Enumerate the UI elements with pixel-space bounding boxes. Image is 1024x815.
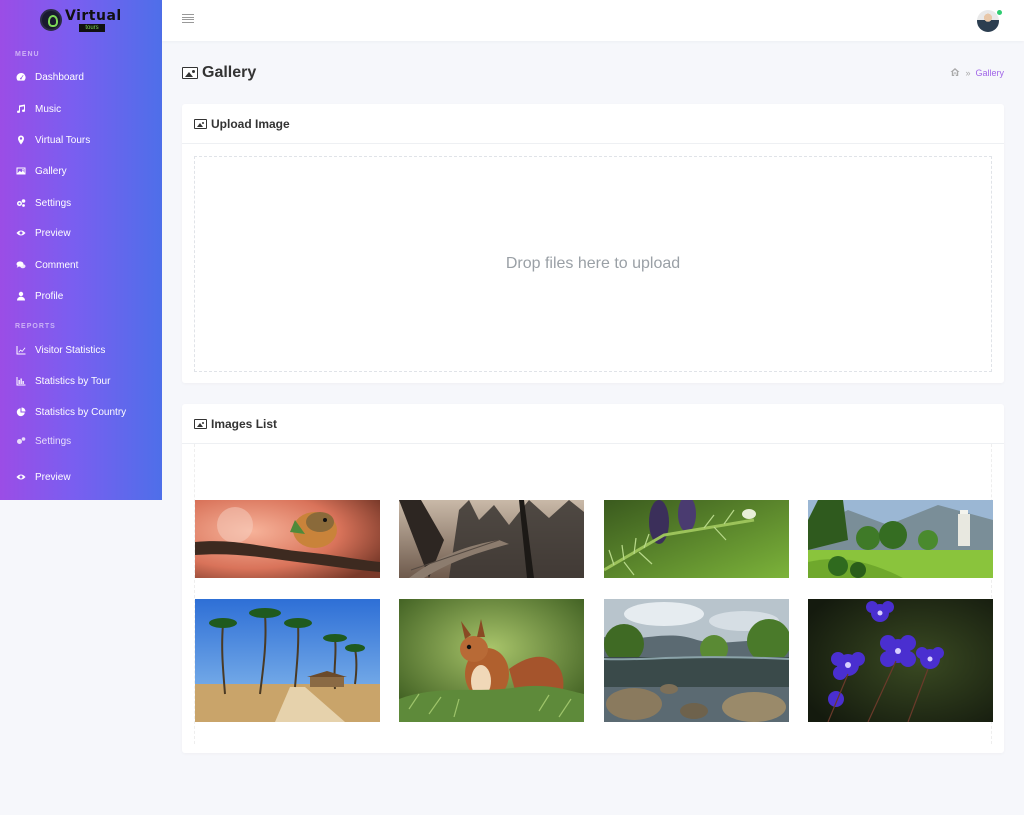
line-chart-icon: [15, 344, 27, 356]
sidebar-item-label: Settings: [35, 436, 72, 447]
eye-icon: [15, 471, 27, 483]
image-icon: [194, 418, 207, 429]
home-icon[interactable]: [950, 67, 960, 79]
images-list-title: Images List: [211, 416, 278, 431]
user-icon: [15, 290, 27, 302]
sidebar-item-label: Statistics by Tour: [35, 375, 111, 387]
menu-toggle-icon[interactable]: [182, 14, 194, 23]
brand-title: Virtual: [65, 7, 122, 24]
sidebar-item-statistics-by-country[interactable]: Statistics by Country: [0, 401, 162, 423]
image-icon: [182, 67, 198, 79]
eye-icon: [15, 227, 27, 239]
sidebar-item-label: Profile: [35, 290, 64, 302]
images-grid: [194, 444, 993, 744]
dashboard-icon: [15, 71, 27, 83]
sidebar-item-dashboard[interactable]: Dashboard: [0, 66, 162, 88]
avatar[interactable]: [977, 10, 999, 32]
upload-card: Upload Image Drop files here to upload: [182, 104, 1004, 383]
breadcrumb-separator-icon: »: [965, 68, 971, 78]
sidebar-item-label: Virtual Tours: [35, 134, 91, 146]
brand-subtitle: tours: [79, 23, 105, 32]
pond-landscape-image[interactable]: [604, 599, 789, 722]
menu-heading: MENU: [15, 51, 40, 58]
dropzone[interactable]: Drop files here to upload: [194, 156, 992, 372]
sidebar: Virtual tours MENU Dashboard Music Virtu…: [0, 0, 162, 500]
bar-chart-icon: [15, 375, 27, 387]
pie-chart-icon: [15, 406, 27, 418]
online-status-dot: [997, 10, 1002, 15]
sidebar-item-label: Music: [35, 103, 62, 115]
page-title: Gallery: [182, 64, 256, 82]
sidebar-item-gallery[interactable]: Gallery: [0, 160, 162, 182]
pine-cones-image[interactable]: [604, 500, 789, 578]
brand-logo[interactable]: Virtual tours: [40, 8, 122, 32]
sidebar-item-label: Settings: [35, 197, 72, 209]
palm-beach-image[interactable]: [195, 599, 380, 722]
gears-icon: [15, 435, 27, 447]
gears-icon: [15, 197, 27, 209]
images-list-card-header: Images List: [182, 404, 1004, 444]
topbar: [162, 0, 1024, 41]
sidebar-item-preview[interactable]: Preview: [0, 222, 162, 244]
comments-icon: [15, 259, 27, 271]
blue-flowers-image[interactable]: [808, 599, 993, 722]
map-marker-icon: [15, 134, 27, 146]
music-icon: [15, 103, 27, 115]
sidebar-item-virtual-tours[interactable]: Virtual Tours: [0, 129, 162, 151]
reports-heading: REPORTS: [15, 323, 56, 330]
upload-card-title: Upload Image: [211, 116, 290, 131]
sidebar-item-label: Gallery: [35, 165, 67, 177]
bird-on-branch-image[interactable]: [195, 500, 380, 578]
sidebar-item-statistics-by-tour[interactable]: Statistics by Tour: [0, 370, 162, 392]
logo-icon: [40, 9, 62, 31]
image-icon: [15, 165, 27, 177]
sidebar-item-label: Preview: [35, 227, 71, 239]
breadcrumb: » Gallery: [950, 67, 1004, 79]
breadcrumb-current[interactable]: Gallery: [975, 68, 1004, 78]
red-squirrel-image[interactable]: [399, 599, 584, 722]
sidebar-item-label: Comment: [35, 259, 79, 271]
images-list-card: Images List: [182, 404, 1004, 753]
sidebar-item-profile[interactable]: Profile: [0, 285, 162, 307]
sidebar-item-preview-2[interactable]: Preview: [0, 466, 162, 488]
park-garden-image[interactable]: [808, 500, 993, 578]
sidebar-item-comment[interactable]: Comment: [0, 254, 162, 276]
sidebar-item-label: Preview: [35, 471, 71, 483]
upload-card-header: Upload Image: [182, 104, 1004, 144]
image-icon: [194, 118, 207, 129]
sidebar-item-music[interactable]: Music: [0, 98, 162, 120]
sidebar-item-settings[interactable]: Settings: [0, 192, 162, 214]
sidebar-item-label: Dashboard: [35, 71, 84, 83]
sidebar-item-label: Visitor Statistics: [35, 344, 106, 356]
sidebar-item-visitor-statistics[interactable]: Visitor Statistics: [0, 339, 162, 361]
forest-railway-image[interactable]: [399, 500, 584, 578]
sidebar-item-settings-2[interactable]: Settings: [0, 435, 162, 447]
sidebar-item-label: Statistics by Country: [35, 406, 127, 418]
